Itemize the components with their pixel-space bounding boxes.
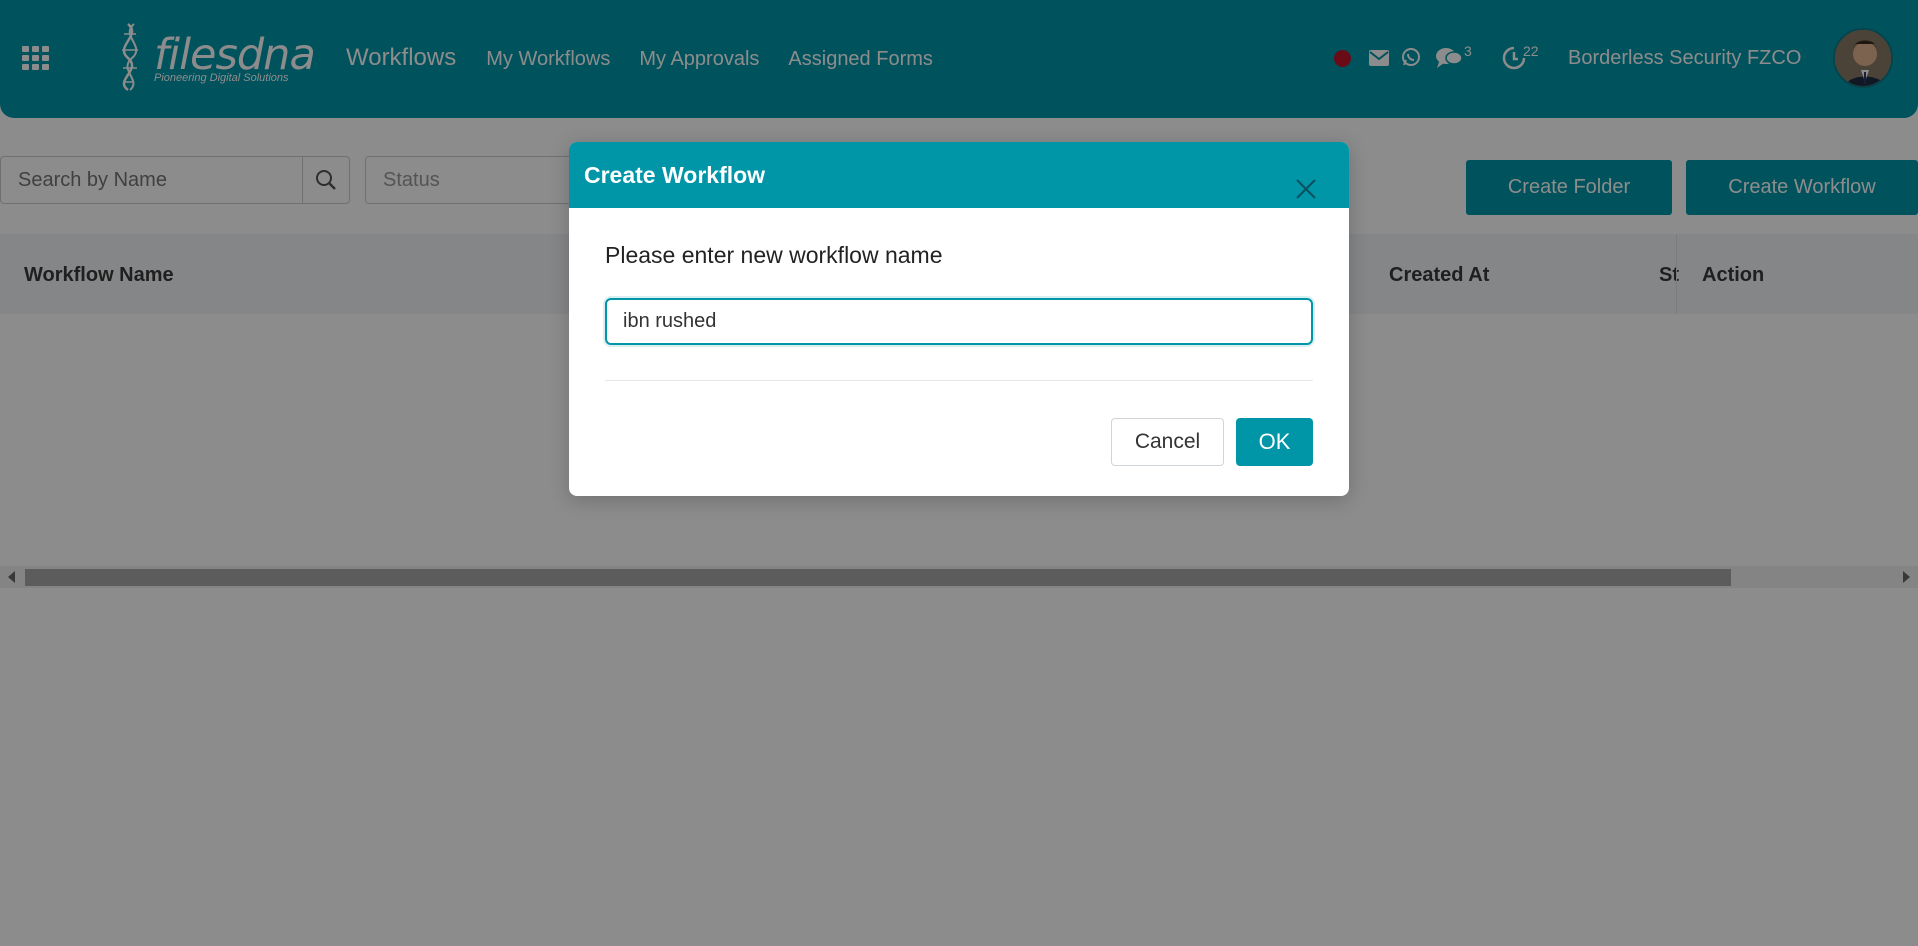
- close-icon[interactable]: [1295, 178, 1317, 200]
- ok-button[interactable]: OK: [1236, 418, 1313, 466]
- dialog-header: Create Workflow: [569, 142, 1349, 208]
- dialog-prompt: Please enter new workflow name: [605, 242, 943, 268]
- dialog-divider: [605, 380, 1313, 381]
- dialog-title: Create Workflow: [584, 162, 766, 188]
- workflow-name-input[interactable]: [605, 298, 1313, 345]
- create-workflow-dialog: Create Workflow Please enter new workflo…: [569, 142, 1349, 496]
- cancel-button[interactable]: Cancel: [1111, 418, 1224, 466]
